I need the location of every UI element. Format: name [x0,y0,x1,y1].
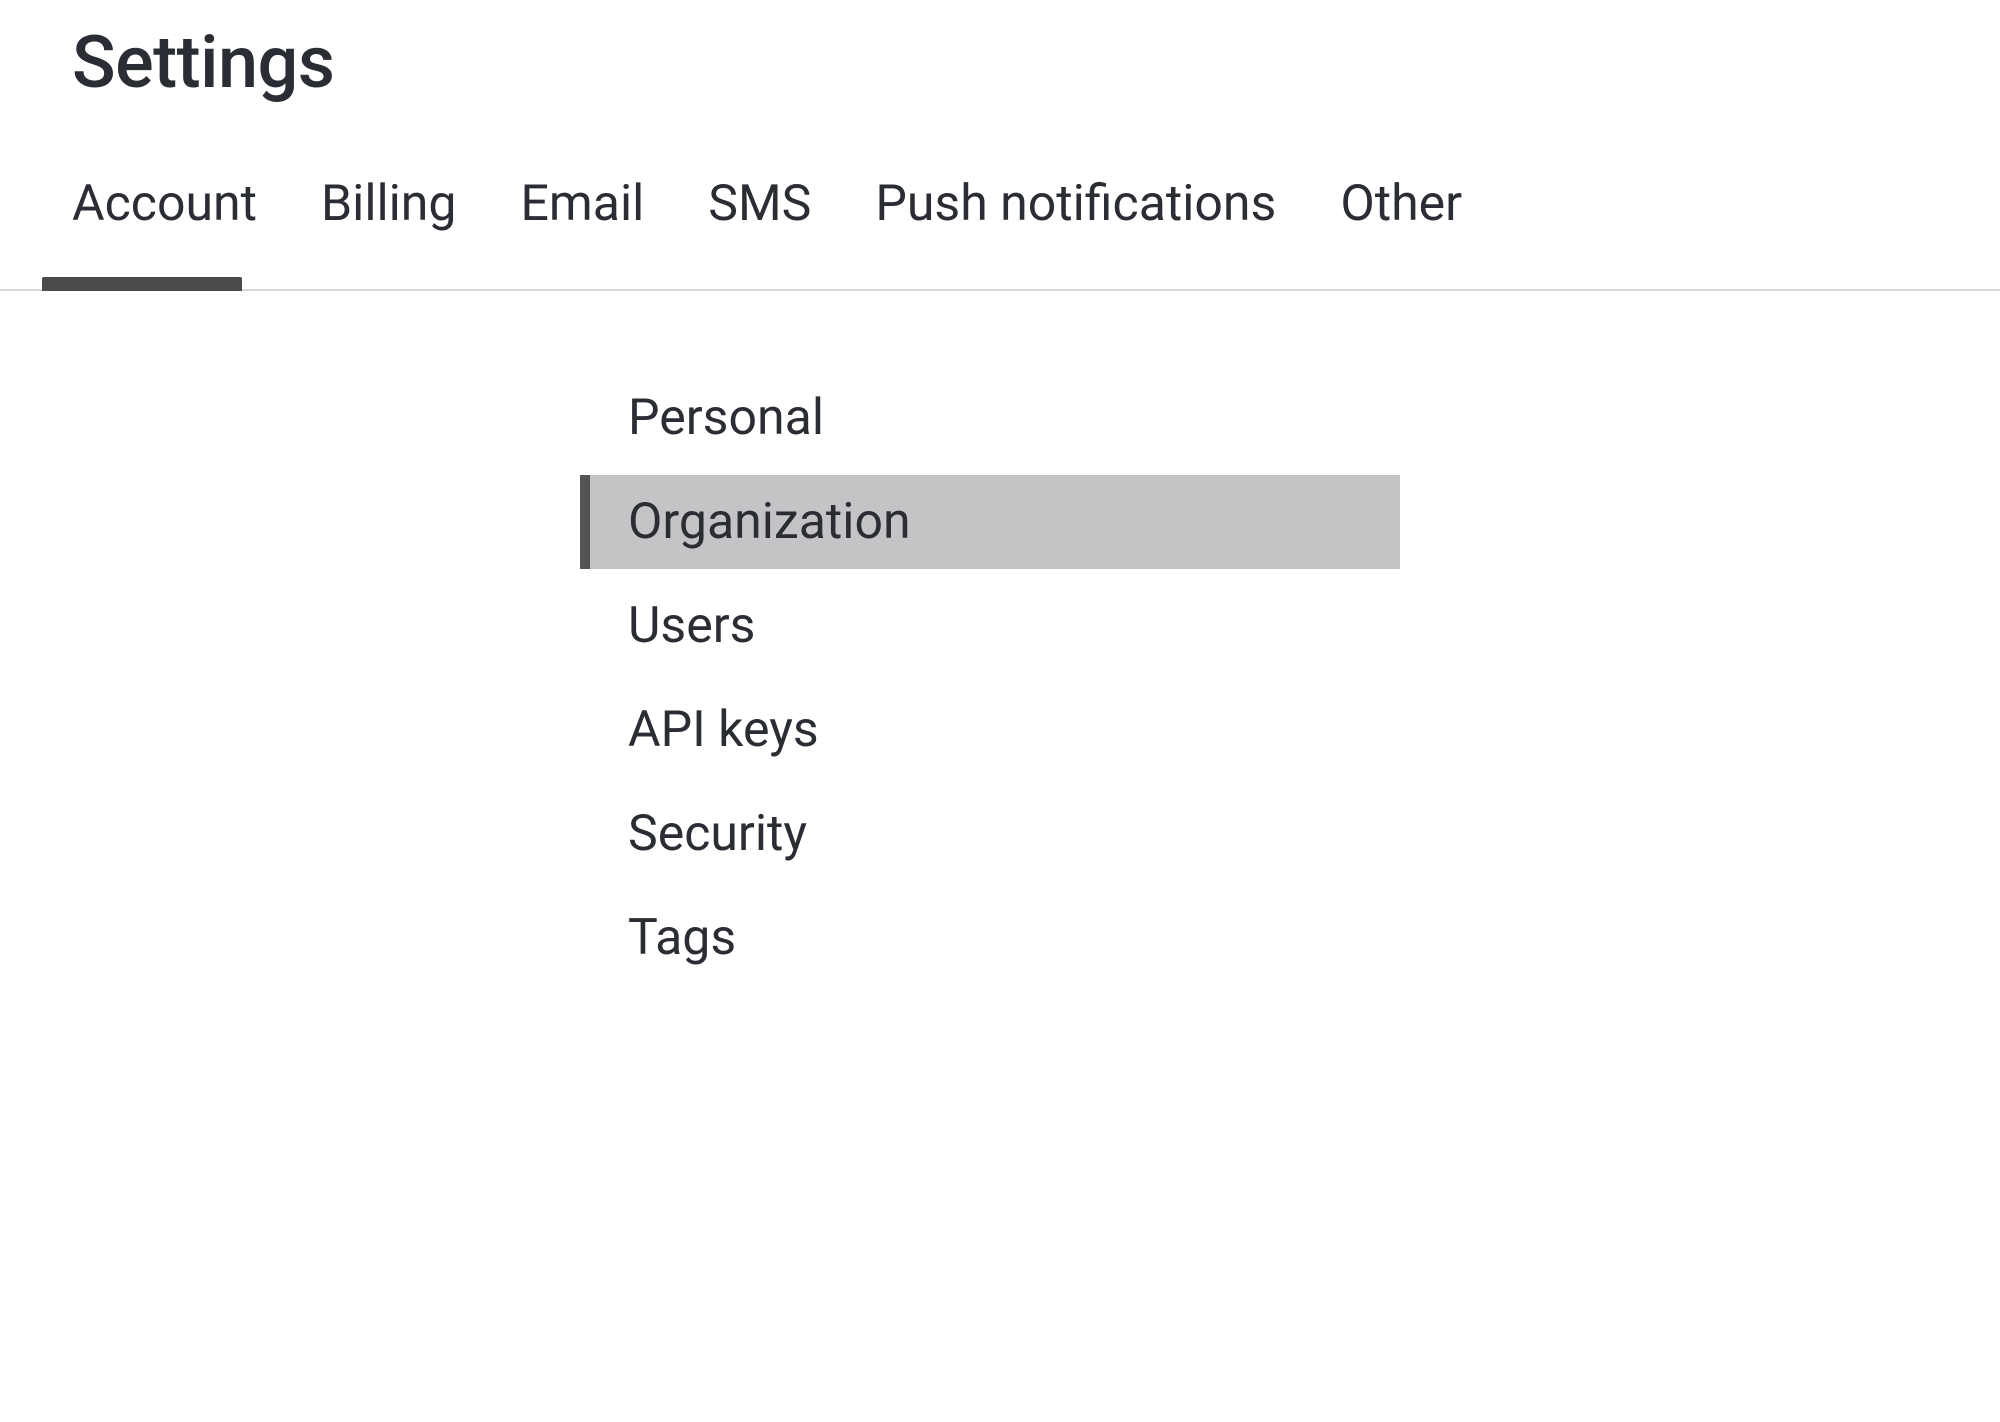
tab-other[interactable]: Other [1340,175,1462,289]
submenu-item-api-keys[interactable]: API keys [580,683,1400,777]
submenu-container: Personal Organization Users API keys Sec… [580,371,1400,985]
page-title: Settings [72,20,2000,105]
submenu-item-personal[interactable]: Personal [580,371,1400,465]
tab-billing[interactable]: Billing [321,175,456,289]
tab-push-notifications[interactable]: Push notifications [875,175,1276,289]
tab-account[interactable]: Account [72,175,257,289]
submenu-item-organization[interactable]: Organization [580,475,1400,569]
tab-sms[interactable]: SMS [708,175,811,289]
submenu-item-users[interactable]: Users [580,579,1400,673]
tab-email[interactable]: Email [521,175,645,289]
submenu-item-security[interactable]: Security [580,787,1400,881]
submenu-item-tags[interactable]: Tags [580,891,1400,985]
tabs-container: Account Billing Email SMS Push notificat… [0,175,2000,291]
